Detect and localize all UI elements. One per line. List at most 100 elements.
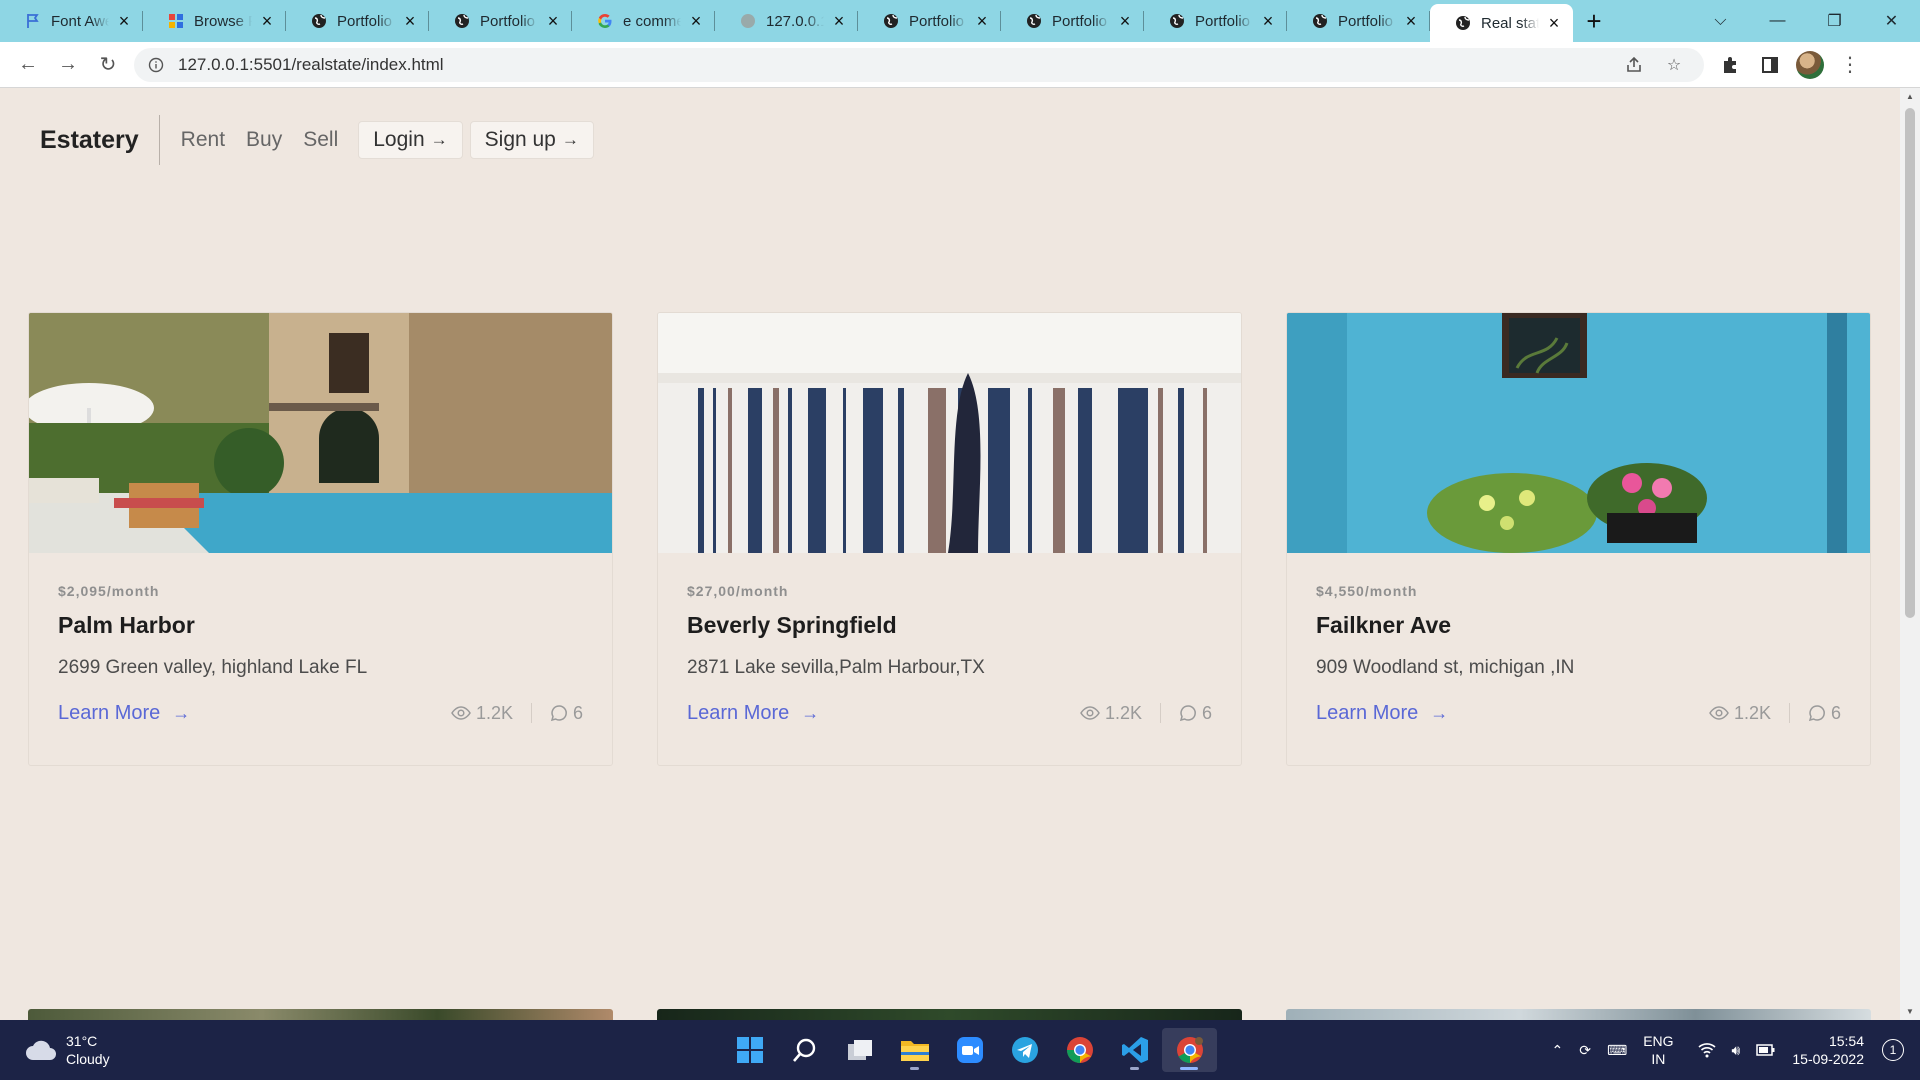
volume-icon[interactable]: 🔊︎	[1732, 1042, 1741, 1059]
listing-address: 2871 Lake sevilla,Palm Harbour,TX	[687, 657, 985, 678]
browser-tab[interactable]: Browse Fonts ×	[143, 0, 286, 42]
close-tab-icon[interactable]: ×	[401, 11, 419, 32]
comments-value: 6	[572, 702, 583, 723]
tab-title: Browse Fonts	[194, 12, 252, 30]
info-icon[interactable]	[146, 55, 166, 75]
battery-icon[interactable]	[1756, 1043, 1776, 1057]
tab-title: 127.0.0.1	[766, 12, 824, 30]
close-tab-icon[interactable]: ×	[973, 11, 991, 32]
tab-title: Font Awesome	[51, 12, 109, 30]
share-icon[interactable]	[1614, 56, 1654, 74]
close-window-button[interactable]: ✕	[1863, 0, 1920, 42]
close-tab-icon[interactable]: ×	[115, 11, 133, 32]
close-tab-icon[interactable]: ×	[544, 11, 562, 32]
arrow-right-icon: →	[561, 130, 579, 149]
listing-title: Palm Harbor	[58, 612, 195, 638]
globe-icon	[1168, 12, 1186, 30]
signup-button[interactable]: Sign up →	[469, 121, 594, 159]
restore-button[interactable]: ❐	[1806, 0, 1863, 42]
browser-tab-strip: Font Awesome × Browse Fonts × Portfolio …	[0, 0, 1920, 42]
tab-title: Portfolio Website	[480, 12, 538, 30]
show-hidden-icons-chevron-icon[interactable]: ⌃	[1552, 1042, 1564, 1059]
scroll-up-icon[interactable]: ▲	[1905, 92, 1915, 101]
views-value: 1.2K	[1104, 702, 1142, 723]
globe-icon	[1454, 14, 1472, 32]
close-tab-icon[interactable]: ×	[1402, 11, 1420, 32]
system-clock[interactable]: 15:54 15-09-2022	[1792, 1032, 1864, 1068]
close-tab-icon[interactable]: ×	[1259, 11, 1277, 32]
learn-more-label: Learn More	[58, 701, 161, 724]
page-scrollbar[interactable]: ▲ ▼	[1900, 88, 1920, 1020]
clock-date: 15-09-2022	[1792, 1051, 1864, 1067]
close-tab-icon[interactable]: ×	[830, 11, 848, 32]
search-icon[interactable]	[777, 1028, 832, 1072]
comment-icon	[550, 705, 567, 722]
extensions-puzzle-icon[interactable]	[1710, 45, 1750, 85]
browser-tab[interactable]: Portfolio Website ×	[286, 0, 429, 42]
browser-tab[interactable]: 127.0.0.1 ×	[715, 0, 858, 42]
cloud-icon	[26, 1040, 56, 1060]
browser-menu-icon[interactable]: ⋮	[1830, 45, 1870, 85]
site-logo[interactable]: Estatery	[40, 115, 160, 165]
address-bar[interactable]: 127.0.0.1:5501/realstate/index.html ☆	[134, 47, 1704, 82]
side-panel-icon[interactable]	[1750, 45, 1790, 85]
tab-search-chevron-icon[interactable]: ⌵	[1692, 0, 1749, 42]
forward-arrow-icon[interactable]: →	[48, 45, 88, 85]
browser-tab[interactable]: Portfolio Website ×	[1144, 0, 1287, 42]
back-arrow-icon[interactable]: ←	[8, 45, 48, 85]
sync-icon[interactable]: ⟳	[1579, 1042, 1591, 1059]
close-tab-icon[interactable]: ×	[687, 11, 705, 32]
nav-link-buy[interactable]: Buy	[246, 128, 282, 152]
chrome-icon[interactable]	[1052, 1028, 1107, 1072]
start-button[interactable]	[722, 1028, 777, 1072]
telegram-icon[interactable]	[997, 1028, 1052, 1072]
reload-icon[interactable]: ↻	[88, 45, 128, 85]
browser-tab[interactable]: Font Awesome ×	[0, 0, 143, 42]
weather-widget[interactable]: 31°C Cloudy	[24, 1032, 110, 1068]
vscode-icon[interactable]	[1107, 1028, 1162, 1072]
language-indicator[interactable]: ENG IN	[1643, 1032, 1673, 1068]
system-tray: ⌃ ⟳ ⌨ ENG IN 🔊︎ 15:54 15-09-2022 1	[1552, 1020, 1920, 1080]
globe-icon	[310, 12, 328, 30]
learn-more-link[interactable]: Learn More →	[1316, 702, 1448, 725]
nav-link-sell[interactable]: Sell	[303, 128, 338, 152]
scroll-down-icon[interactable]: ▼	[1905, 1007, 1915, 1016]
scrollbar-thumb[interactable]	[1905, 108, 1915, 618]
profile-avatar[interactable]	[1790, 45, 1830, 85]
close-tab-icon[interactable]: ×	[258, 11, 276, 32]
comments-count: 6	[550, 703, 583, 724]
grid-icon	[167, 12, 185, 30]
google-icon	[596, 12, 614, 30]
task-view-icon[interactable]	[832, 1028, 887, 1072]
browser-tab[interactable]: Portfolio Website ×	[429, 0, 572, 42]
loading-globe-icon	[739, 12, 757, 30]
browser-tab[interactable]: e commerce ×	[572, 0, 715, 42]
divider	[1788, 703, 1790, 723]
arrow-right-icon: →	[801, 702, 820, 723]
browser-toolbar: ← → ↻ 127.0.0.1:5501/realstate/index.htm…	[0, 42, 1920, 88]
notification-badge[interactable]: 1	[1882, 1039, 1904, 1061]
tab-title: Portfolio Website	[1195, 12, 1253, 30]
minimize-button[interactable]: —	[1749, 0, 1806, 42]
learn-more-link[interactable]: Learn More →	[58, 702, 190, 725]
tab-title: Portfolio Website	[1052, 12, 1110, 30]
keyboard-icon[interactable]: ⌨	[1607, 1042, 1627, 1059]
nav-link-rent[interactable]: Rent	[181, 128, 225, 152]
file-explorer-icon[interactable]	[887, 1028, 942, 1072]
browser-tab[interactable]: Portfolio Website ×	[1287, 0, 1430, 42]
learn-more-link[interactable]: Learn More →	[687, 702, 819, 725]
clock-time: 15:54	[1828, 1033, 1864, 1049]
login-button[interactable]: Login →	[358, 121, 463, 159]
zoom-icon[interactable]	[942, 1028, 997, 1072]
browser-tab[interactable]: Portfolio Website ×	[858, 0, 1001, 42]
close-tab-icon[interactable]: ×	[1116, 11, 1134, 32]
wifi-icon[interactable]	[1698, 1042, 1716, 1058]
new-tab-button[interactable]: +	[1573, 0, 1615, 42]
close-tab-icon[interactable]: ×	[1545, 13, 1563, 34]
chrome-active-icon[interactable]	[1162, 1028, 1217, 1072]
url-text[interactable]: 127.0.0.1:5501/realstate/index.html	[178, 55, 1614, 75]
listing-photo-blue-wall	[1287, 313, 1870, 553]
browser-tab-active[interactable]: Real state ×	[1430, 4, 1573, 42]
browser-tab[interactable]: Portfolio Website ×	[1001, 0, 1144, 42]
bookmark-star-icon[interactable]: ☆	[1654, 55, 1694, 75]
